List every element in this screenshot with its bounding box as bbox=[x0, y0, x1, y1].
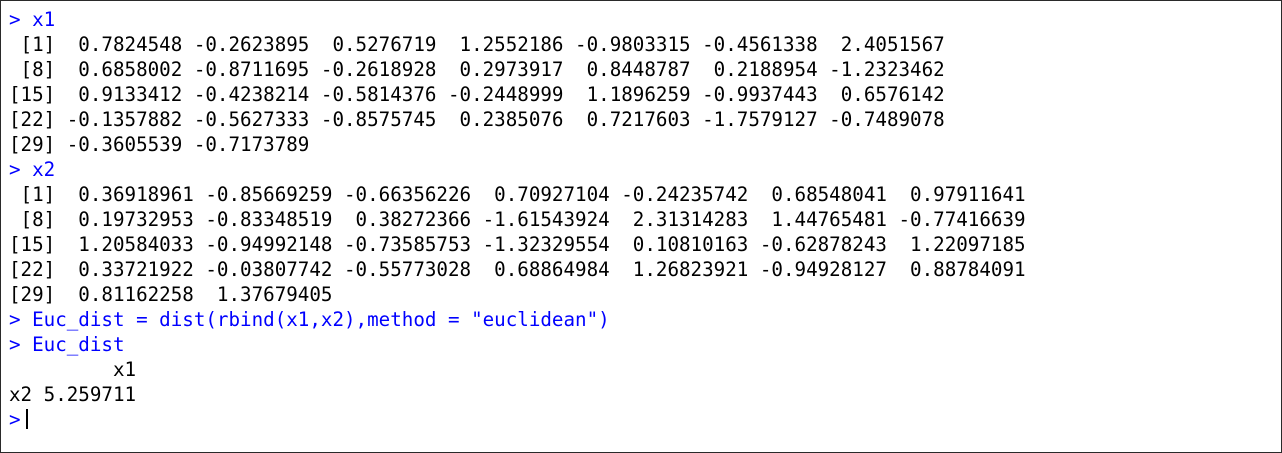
output-line: [8] 0.6858002 -0.8711695 -0.2618928 0.29… bbox=[9, 58, 945, 81]
output-line: [8] 0.19732953 -0.83348519 0.38272366 -1… bbox=[9, 208, 1026, 231]
output-line: [29] -0.3605539 -0.7173789 bbox=[9, 133, 310, 156]
output-line: x2 5.259711 bbox=[9, 383, 137, 406]
r-console[interactable]: > x1 [1] 0.7824548 -0.2623895 0.5276719 … bbox=[0, 0, 1282, 453]
command-line: > x2 bbox=[9, 158, 56, 181]
output-line: [22] 0.33721922 -0.03807742 -0.55773028 … bbox=[9, 258, 1026, 281]
output-line: x1 bbox=[9, 358, 137, 381]
output-line: [1] 0.36918961 -0.85669259 -0.66356226 0… bbox=[9, 183, 1026, 206]
input-line[interactable]: > bbox=[9, 407, 1281, 432]
output-line: [29] 0.81162258 1.37679405 bbox=[9, 283, 333, 306]
text-cursor bbox=[25, 409, 28, 429]
output-line: [1] 0.7824548 -0.2623895 0.5276719 1.255… bbox=[9, 33, 945, 56]
command-line: > x1 bbox=[9, 8, 56, 31]
output-line: [15] 1.20584033 -0.94992148 -0.73585753 … bbox=[9, 233, 1026, 256]
output-line: [15] 0.9133412 -0.4238214 -0.5814376 -0.… bbox=[9, 83, 945, 106]
command-line: > Euc_dist bbox=[9, 333, 125, 356]
output-line: [22] -0.1357882 -0.5627333 -0.8575745 0.… bbox=[9, 108, 945, 131]
prompt-symbol: > bbox=[9, 408, 21, 431]
command-line: > Euc_dist = dist(rbind(x1,x2),method = … bbox=[9, 308, 610, 331]
console-output: > x1 [1] 0.7824548 -0.2623895 0.5276719 … bbox=[9, 7, 1281, 407]
